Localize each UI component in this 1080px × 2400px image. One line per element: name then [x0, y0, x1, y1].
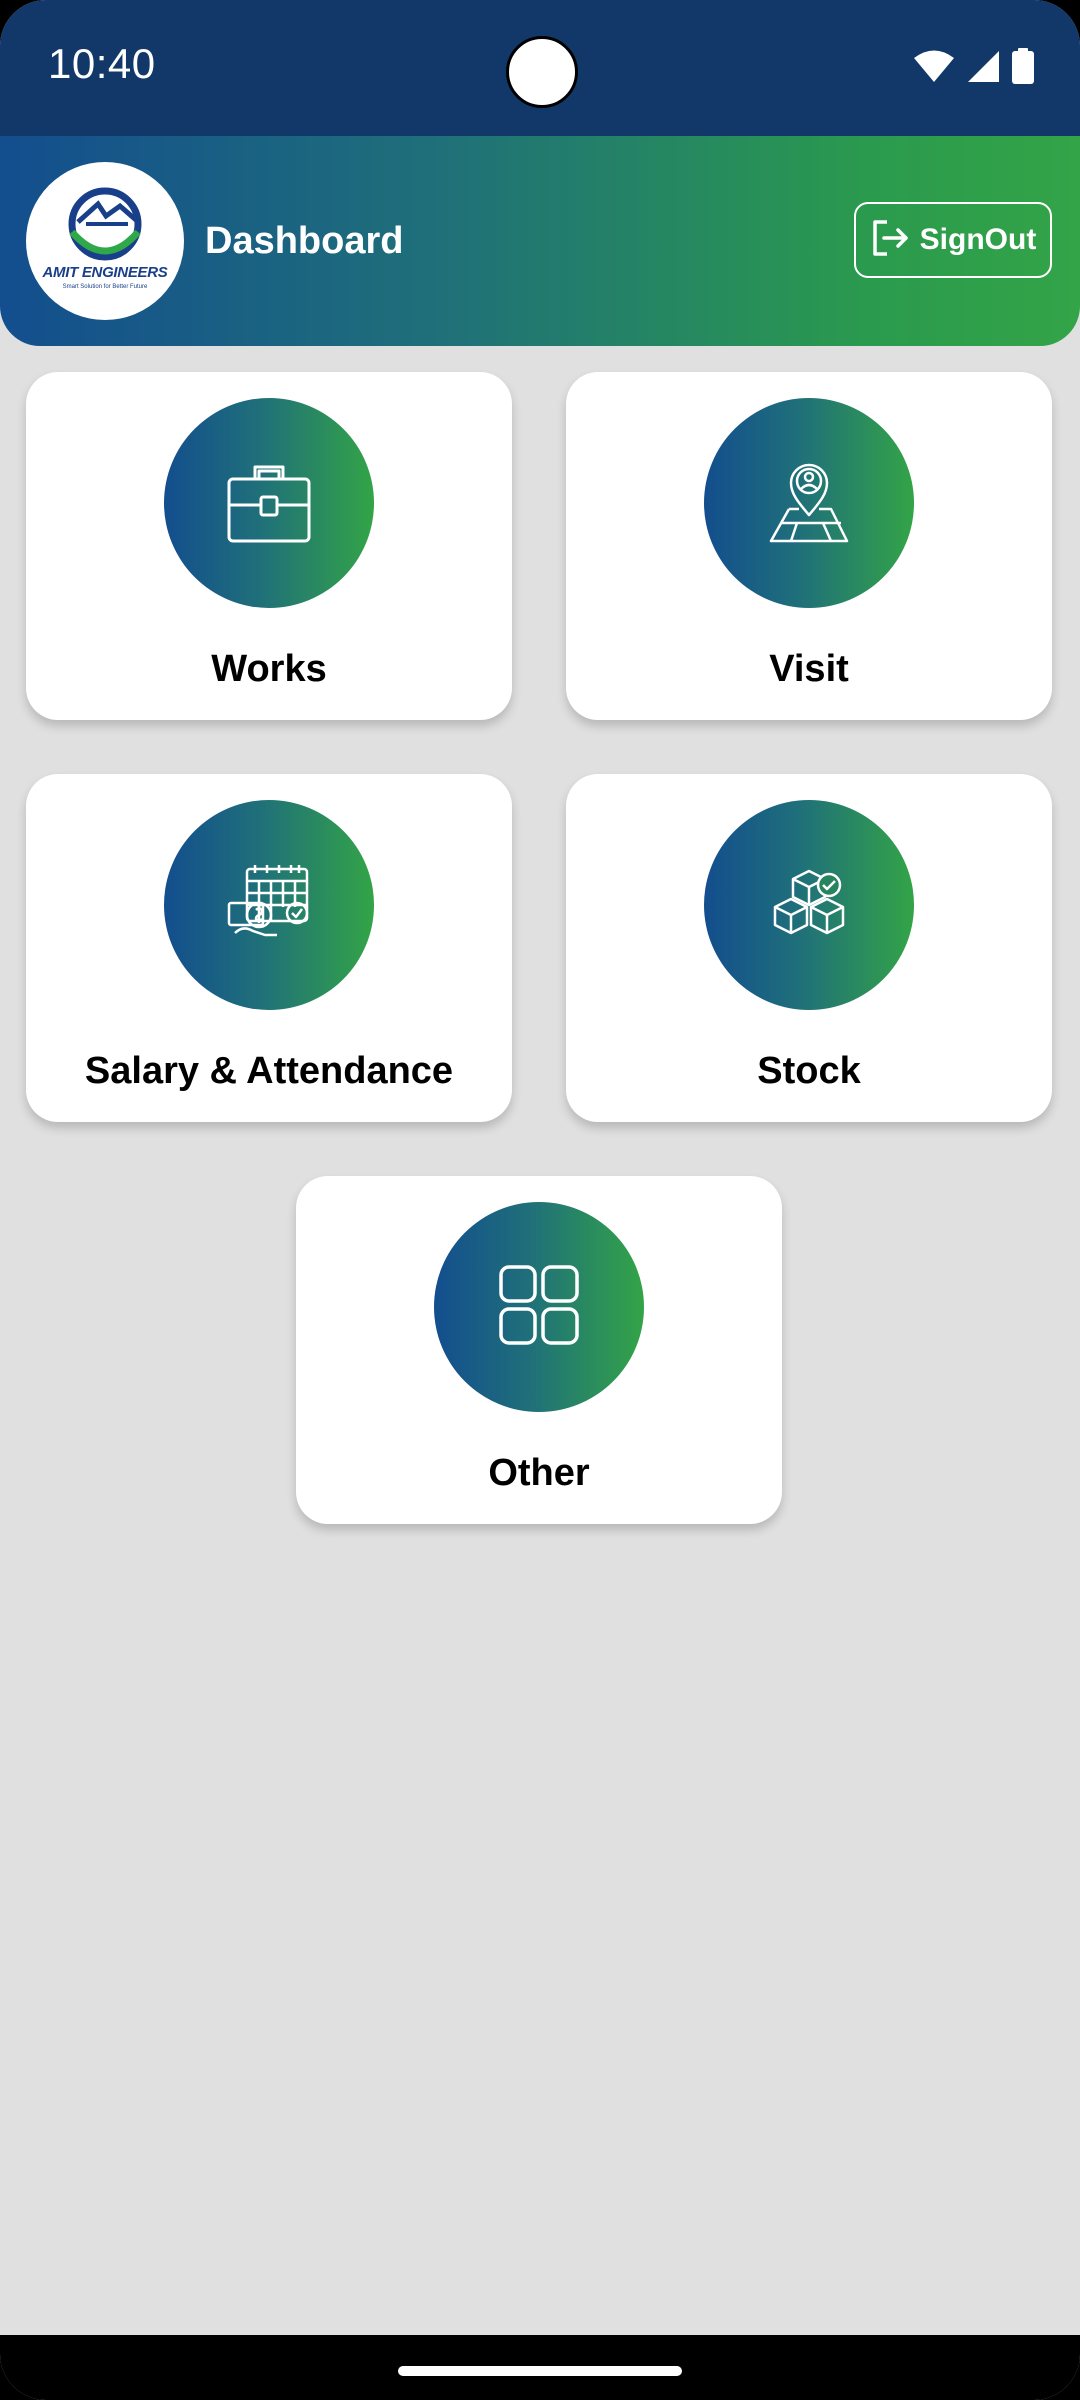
app-screen: 10:40 AMIT ENGINEERS Smart Solution for … — [0, 0, 1080, 2400]
status-bar: 10:40 — [0, 0, 1080, 136]
status-icons — [914, 48, 1034, 84]
menu-icon-circle — [704, 398, 914, 608]
menu-card-label: Salary & Attendance — [84, 1050, 454, 1092]
payroll-calendar-icon — [221, 855, 317, 956]
location-map-icon — [761, 453, 857, 554]
grid-icon — [491, 1257, 587, 1358]
company-logo: AMIT ENGINEERS Smart Solution for Better… — [26, 162, 184, 320]
logo-name: AMIT ENGINEERS — [42, 264, 168, 281]
logout-icon — [870, 218, 910, 263]
menu-card-visit[interactable]: Visit — [566, 372, 1052, 720]
menu-icon-circle — [164, 800, 374, 1010]
menu-icon-circle — [164, 398, 374, 608]
wifi-icon — [914, 49, 954, 83]
menu-card-label: Visit — [769, 648, 849, 690]
signout-label: SignOut — [919, 223, 1037, 256]
home-indicator[interactable] — [398, 2366, 682, 2376]
cellular-signal-icon — [966, 49, 1000, 83]
menu-card-works[interactable]: Works — [26, 372, 512, 720]
boxes-stock-icon — [761, 855, 857, 956]
briefcase-icon — [221, 453, 317, 554]
signout-button[interactable]: SignOut — [854, 202, 1052, 278]
status-time: 10:40 — [48, 40, 156, 87]
app-header: AMIT ENGINEERS Smart Solution for Better… — [0, 136, 1080, 346]
menu-card-label: Other — [488, 1452, 590, 1494]
logo-emblem-icon — [68, 187, 142, 261]
logo-tagline: Smart Solution for Better Future — [62, 284, 148, 290]
menu-card-stock[interactable]: Stock — [566, 774, 1052, 1122]
page-title: Dashboard — [205, 220, 404, 262]
battery-icon — [1012, 48, 1034, 84]
menu-card-label: Works — [211, 648, 327, 690]
menu-card-salary-attendance[interactable]: Salary & Attendance — [26, 774, 512, 1122]
menu-icon-circle — [434, 1202, 644, 1412]
menu-card-other[interactable]: Other — [296, 1176, 782, 1524]
camera-cutout — [506, 36, 578, 108]
menu-card-label: Stock — [757, 1050, 861, 1092]
menu-icon-circle — [704, 800, 914, 1010]
